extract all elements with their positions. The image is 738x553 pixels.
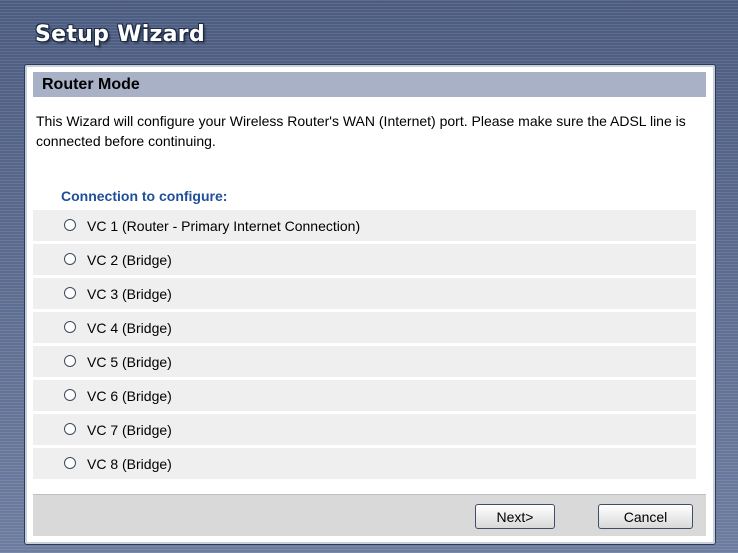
- radio-button[interactable]: [64, 457, 76, 469]
- radio-button[interactable]: [64, 253, 76, 265]
- option-label: VC 8 (Bridge): [87, 456, 172, 472]
- connection-option-vc5[interactable]: VC 5 (Bridge): [33, 346, 696, 377]
- option-label: VC 4 (Bridge): [87, 320, 172, 336]
- wizard-window: Setup Wizard Router Mode This Wizard wil…: [0, 0, 738, 553]
- connection-options: VC 1 (Router - Primary Internet Connecti…: [33, 210, 696, 482]
- radio-button[interactable]: [64, 321, 76, 333]
- option-label: VC 2 (Bridge): [87, 252, 172, 268]
- wizard-title: Setup Wizard: [35, 22, 206, 47]
- description-text: This Wizard will configure your Wireless…: [36, 113, 686, 149]
- wizard-panel: Router Mode This Wizard will configure y…: [24, 64, 716, 545]
- connection-option-vc7[interactable]: VC 7 (Bridge): [33, 414, 696, 445]
- radio-button[interactable]: [64, 355, 76, 367]
- cancel-button[interactable]: Cancel: [598, 504, 693, 529]
- section-title: Router Mode: [42, 76, 140, 93]
- option-label: VC 3 (Bridge): [87, 286, 172, 302]
- option-label: VC 1 (Router - Primary Internet Connecti…: [87, 218, 361, 234]
- button-bar: Next> Cancel: [33, 494, 706, 536]
- connection-option-vc3[interactable]: VC 3 (Bridge): [33, 278, 696, 309]
- connection-option-vc8[interactable]: VC 8 (Bridge): [33, 448, 696, 479]
- connection-option-vc6[interactable]: VC 6 (Bridge): [33, 380, 696, 411]
- radio-button[interactable]: [64, 219, 76, 231]
- connection-option-vc4[interactable]: VC 4 (Bridge): [33, 312, 696, 343]
- option-label: VC 7 (Bridge): [87, 422, 172, 438]
- next-button[interactable]: Next>: [475, 504, 555, 529]
- radio-button[interactable]: [64, 389, 76, 401]
- radio-button[interactable]: [64, 287, 76, 299]
- option-label: VC 5 (Bridge): [87, 354, 172, 370]
- connection-option-vc2[interactable]: VC 2 (Bridge): [33, 244, 696, 275]
- section-header: Router Mode: [33, 72, 706, 97]
- connection-option-vc1[interactable]: VC 1 (Router - Primary Internet Connecti…: [33, 210, 696, 241]
- connection-label: Connection to configure:: [61, 188, 228, 204]
- option-label: VC 6 (Bridge): [87, 388, 172, 404]
- radio-button[interactable]: [64, 423, 76, 435]
